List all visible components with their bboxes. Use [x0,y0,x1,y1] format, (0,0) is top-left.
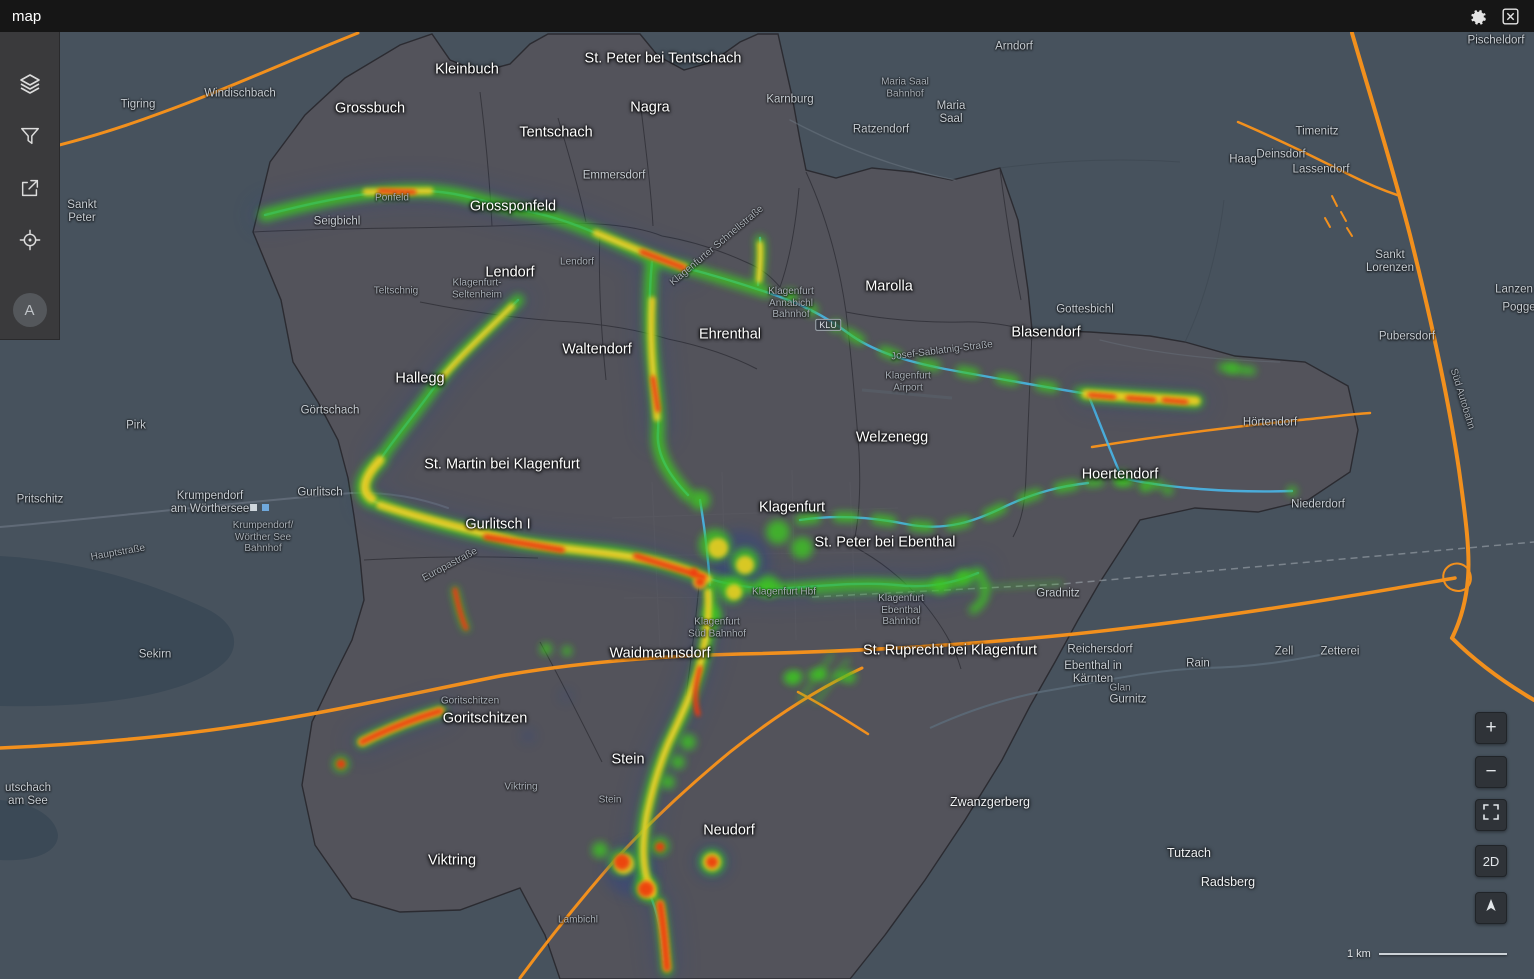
share-icon [19,177,41,199]
scale-bar: 1 km [1347,948,1507,960]
basemap-svg [0,31,1534,979]
compass-button[interactable] [1475,892,1507,924]
close-icon[interactable] [1498,4,1522,28]
locate-button[interactable] [10,220,50,260]
layers-button[interactable] [10,64,50,104]
zoom-out-button[interactable]: − [1475,756,1507,788]
compass-north-icon [1483,897,1499,919]
share-button[interactable] [10,168,50,208]
locate-crosshair-icon [19,229,41,251]
map-canvas[interactable]: Kleinbuch St. Peter bei Tentschach Grossbu… [0,0,1534,979]
fullscreen-button[interactable] [1475,799,1507,831]
zoom-in-button[interactable]: + [1475,712,1507,744]
filter-icon [19,125,41,147]
app-window: Kleinbuch St. Peter bei Tentschach Grossbu… [0,0,1534,979]
layers-icon [18,72,42,96]
window-title: map [12,7,42,25]
settings-gear-icon[interactable] [1466,4,1490,28]
fullscreen-icon [1483,804,1499,826]
scale-label: 1 km [1347,948,1371,960]
left-toolbar: A [0,32,60,340]
filter-button[interactable] [10,116,50,156]
titlebar: map [0,0,1534,32]
basemap-style-button[interactable]: A [12,293,47,327]
scale-line [1378,953,1507,955]
mode-2d-button[interactable]: 2D [1475,845,1507,877]
